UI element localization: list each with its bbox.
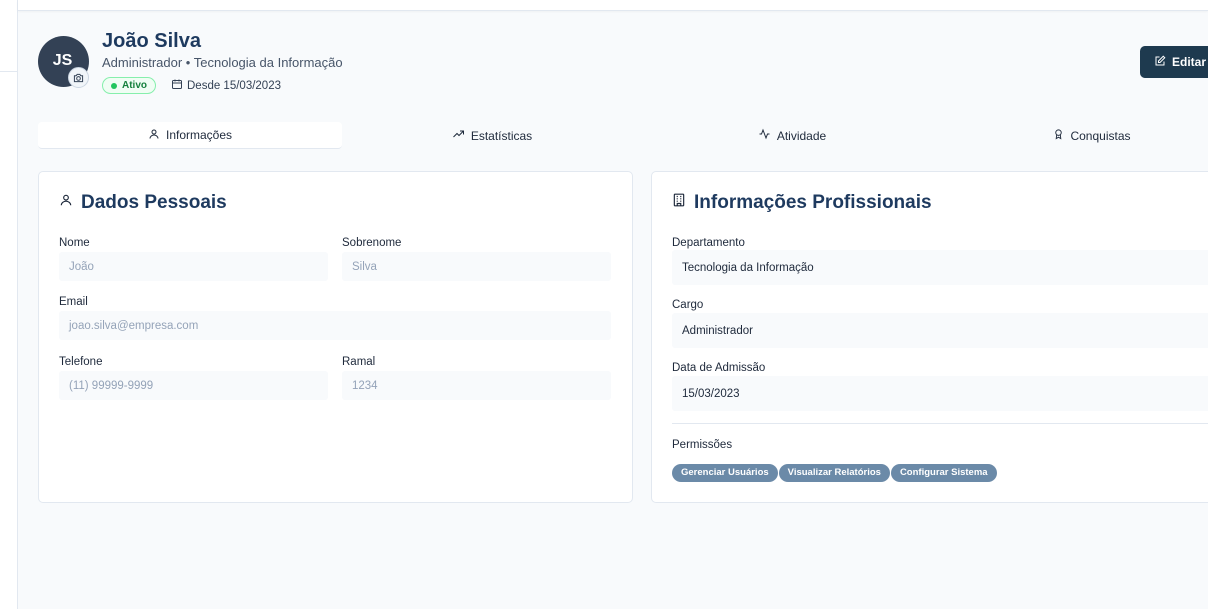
tab-conquistas[interactable]: Conquistas — [942, 122, 1208, 149]
edit-icon — [1154, 55, 1166, 70]
camera-icon[interactable] — [68, 67, 89, 88]
department-value: Tecnologia da Informação — [672, 250, 1208, 285]
sidebar — [0, 0, 18, 609]
status-badge: Ativo — [102, 77, 156, 94]
avatar-initials: JS — [52, 51, 73, 69]
top-bar — [18, 0, 1208, 11]
tab-label: Estatísticas — [470, 128, 533, 143]
member-since-text: Desde 15/03/2023 — [187, 79, 281, 92]
personal-data-card: Dados Pessoais Nome João Sobrenome Silva… — [38, 171, 633, 503]
department-label: Departamento — [672, 237, 745, 249]
permission-badge: Configurar Sistema — [890, 464, 997, 482]
status-dot-icon — [111, 83, 117, 89]
user-icon — [148, 128, 160, 143]
edit-profile-label: Editar Perfil — [1172, 55, 1208, 69]
profile-subtitle: Administrador • Tecnologia da Informação — [102, 55, 343, 70]
status-label: Ativo — [122, 80, 147, 91]
email-label: Email — [59, 296, 88, 308]
tab-label: Atividade — [776, 128, 827, 143]
edit-profile-button[interactable]: Editar Perfil — [1140, 46, 1208, 78]
award-icon — [1053, 128, 1064, 143]
first-name-field[interactable]: João — [59, 252, 328, 281]
last-name-label: Sobrenome — [342, 237, 402, 249]
tab-label: Conquistas — [1070, 128, 1131, 143]
trending-up-icon — [452, 128, 465, 143]
tab-atividade[interactable]: Atividade — [642, 122, 942, 149]
extension-label: Ramal — [342, 356, 376, 368]
activity-icon — [758, 128, 771, 143]
email-field[interactable]: joao.silva@empresa.com — [59, 311, 611, 340]
building-icon — [672, 192, 686, 214]
card-title-text: Dados Pessoais — [81, 192, 227, 213]
permission-badge: Gerenciar Usuários — [672, 464, 778, 482]
personal-data-title: Dados Pessoais — [59, 192, 227, 214]
admission-value: 15/03/2023 — [672, 376, 1208, 411]
sidebar-divider — [0, 71, 18, 72]
divider — [672, 423, 1208, 424]
permissions-label: Permissões — [672, 439, 733, 451]
tab-bar: Informações Estatísticas Atividade Conqu… — [38, 122, 1208, 150]
tab-estatisticas[interactable]: Estatísticas — [342, 122, 642, 149]
permissions-list: Gerenciar Usuários Visualizar Relatórios… — [672, 464, 997, 482]
phone-label: Telefone — [59, 356, 103, 368]
role-value: Administrador — [672, 313, 1208, 348]
last-name-field[interactable]: Silva — [342, 252, 611, 281]
member-since: Desde 15/03/2023 — [171, 78, 281, 93]
user-icon — [59, 192, 73, 214]
card-title-text: Informações Profissionais — [694, 192, 932, 213]
first-name-label: Nome — [59, 237, 90, 249]
phone-field[interactable]: (11) 99999-9999 — [59, 371, 328, 400]
tab-label: Informações — [165, 128, 233, 142]
professional-info-card: Informações Profissionais Departamento T… — [651, 171, 1208, 503]
extension-field[interactable]: 1234 — [342, 371, 611, 400]
admission-label: Data de Admissão — [672, 362, 766, 374]
tab-informacoes[interactable]: Informações — [38, 122, 342, 149]
role-label: Cargo — [672, 299, 704, 311]
professional-info-title: Informações Profissionais — [672, 192, 932, 214]
profile-name: João Silva — [102, 30, 201, 52]
permission-badge: Visualizar Relatórios — [778, 464, 890, 482]
calendar-icon — [171, 78, 183, 93]
